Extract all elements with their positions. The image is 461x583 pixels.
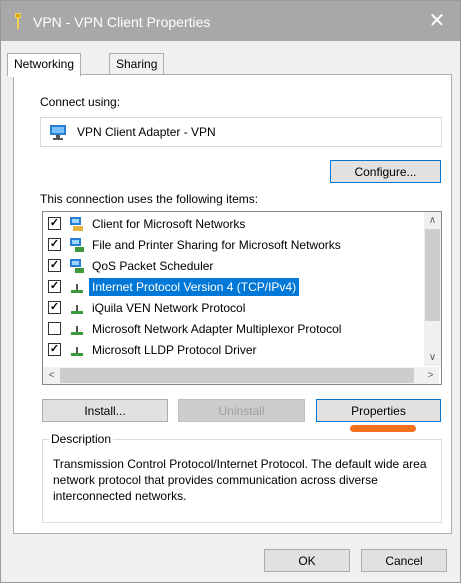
network-service-icon — [70, 259, 84, 273]
scroll-up-icon[interactable]: ∧ — [424, 212, 441, 229]
protocol-icon — [71, 347, 83, 356]
cancel-button[interactable]: Cancel — [361, 549, 447, 572]
uninstall-button[interactable]: Uninstall — [178, 399, 305, 422]
list-item-iquila[interactable]: ✓ iQuila VEN Network Protocol — [43, 298, 423, 319]
item-checkbox[interactable]: ✓ — [48, 280, 61, 293]
title-bar[interactable]: VPN - VPN Client Properties ✕ — [1, 1, 460, 41]
list-item-multiplexor[interactable]: Microsoft Network Adapter Multiplexor Pr… — [43, 319, 423, 340]
horizontal-scroll-thumb[interactable] — [60, 368, 414, 383]
networking-panel: Connect using: VPN Client Adapter - VPN … — [13, 74, 452, 534]
install-button[interactable]: Install... — [42, 399, 168, 422]
adapter-display: VPN Client Adapter - VPN — [40, 117, 442, 147]
close-icon: ✕ — [428, 10, 446, 32]
connect-using-label: Connect using: — [40, 95, 121, 109]
item-checkbox[interactable]: ✓ — [48, 259, 61, 272]
items-list[interactable]: ✓ Client for Microsoft Networks ✓ File a… — [42, 211, 442, 385]
protocol-icon — [71, 326, 83, 335]
item-checkbox[interactable]: ✓ — [48, 238, 61, 251]
annotation-underline — [350, 425, 416, 432]
item-checkbox[interactable] — [48, 322, 61, 335]
description-legend: Description — [49, 432, 114, 446]
item-checkbox[interactable]: ✓ — [48, 217, 61, 230]
scroll-left-icon[interactable]: < — [43, 367, 60, 384]
item-label: Microsoft Network Adapter Multiplexor Pr… — [92, 322, 342, 336]
configure-button[interactable]: Configure... — [330, 160, 441, 183]
protocol-icon — [71, 305, 83, 314]
item-label: Microsoft LLDP Protocol Driver — [92, 343, 257, 357]
item-label: File and Printer Sharing for Microsoft N… — [92, 238, 341, 252]
horizontal-scrollbar[interactable]: < > — [43, 367, 439, 384]
network-adapter-icon — [50, 125, 66, 140]
vertical-scrollbar[interactable]: ∧ ∨ — [424, 212, 441, 366]
protocol-icon — [71, 284, 83, 293]
close-button[interactable]: ✕ — [414, 1, 460, 41]
list-item-file-printer-sharing[interactable]: ✓ File and Printer Sharing for Microsoft… — [43, 235, 423, 256]
window-title: VPN - VPN Client Properties — [33, 14, 211, 30]
item-label: Internet Protocol Version 4 (TCP/IPv4) — [89, 278, 300, 296]
tab-sharing[interactable]: Sharing — [109, 53, 165, 75]
list-item-qos[interactable]: ✓ QoS Packet Scheduler — [43, 256, 423, 277]
network-pin-icon — [15, 13, 21, 29]
vertical-scroll-thumb[interactable] — [425, 229, 440, 321]
item-label: QoS Packet Scheduler — [92, 259, 214, 273]
list-item-client-ms-networks[interactable]: ✓ Client for Microsoft Networks — [43, 214, 423, 235]
item-checkbox[interactable]: ✓ — [48, 343, 61, 356]
description-text: Transmission Control Protocol/Internet P… — [53, 457, 427, 503]
description-group: Description Transmission Control Protoco… — [42, 432, 442, 523]
network-service-icon — [70, 238, 84, 252]
item-checkbox[interactable]: ✓ — [48, 301, 61, 314]
scroll-right-icon[interactable]: > — [422, 367, 439, 384]
adapter-name: VPN Client Adapter - VPN — [77, 125, 216, 139]
list-item-ipv4[interactable]: ✓ Internet Protocol Version 4 (TCP/IPv4) — [43, 277, 423, 298]
ok-button[interactable]: OK — [264, 549, 350, 572]
list-item-lldp[interactable]: ✓ Microsoft LLDP Protocol Driver — [43, 340, 423, 361]
items-label: This connection uses the following items… — [40, 192, 259, 206]
properties-button[interactable]: Properties — [316, 399, 441, 422]
tab-networking[interactable]: Networking — [7, 53, 82, 77]
item-label: Client for Microsoft Networks — [92, 217, 246, 231]
properties-dialog: VPN - VPN Client Properties ✕ Networking… — [0, 0, 461, 583]
item-label: iQuila VEN Network Protocol — [92, 301, 246, 315]
scroll-down-icon[interactable]: ∨ — [424, 349, 441, 366]
network-client-icon — [70, 217, 83, 231]
